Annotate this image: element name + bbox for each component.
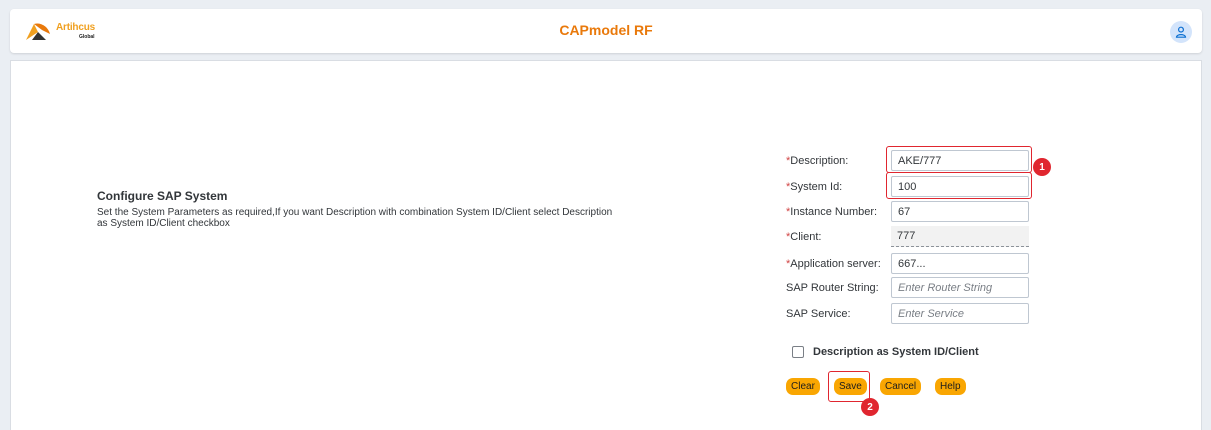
application-server-label: *Application server:: [786, 258, 881, 270]
description-label: *Description:: [786, 155, 849, 167]
instance-number-row: *Instance Number:: [775, 201, 1035, 223]
highlight-description-box: [886, 146, 1032, 173]
instance-number-label: *Instance Number:: [786, 206, 878, 218]
description-as-system-id-label: Description as System ID/Client: [813, 346, 979, 358]
highlight-system-id-box: [886, 172, 1032, 199]
help-button[interactable]: Help: [935, 378, 966, 395]
intro-section: Configure SAP System Set the System Para…: [97, 189, 617, 229]
sap-router-string-label: SAP Router String:: [786, 282, 879, 294]
clear-button[interactable]: Clear: [786, 378, 820, 395]
user-avatar-button[interactable]: [1170, 21, 1192, 43]
sap-service-input[interactable]: [891, 303, 1029, 324]
sap-service-row: SAP Service:: [775, 303, 1035, 325]
app-title: CAPmodel RF: [559, 22, 653, 38]
description-as-system-id-checkbox[interactable]: [792, 346, 804, 358]
application-server-input[interactable]: [891, 253, 1029, 274]
section-description: Set the System Parameters as required,If…: [97, 207, 613, 229]
user-icon: [1175, 26, 1187, 38]
cancel-button[interactable]: Cancel: [880, 378, 922, 395]
client-label: *Client:: [786, 231, 822, 243]
description-as-system-id-checkbox-row[interactable]: Description as System ID/Client: [792, 344, 979, 360]
sap-service-label: SAP Service:: [786, 308, 851, 320]
instance-number-input[interactable]: [891, 201, 1029, 222]
sap-router-string-input[interactable]: [891, 277, 1029, 298]
step-1-badge: 1: [1033, 158, 1051, 176]
step-2-badge: 2: [861, 398, 879, 416]
client-row: *Client:: [775, 226, 1035, 248]
section-title: Configure SAP System: [97, 189, 228, 203]
system-id-label: *System Id:: [786, 181, 843, 193]
highlight-save-box: [828, 371, 870, 402]
application-server-row: *Application server:: [775, 253, 1035, 275]
client-input: [891, 226, 1029, 247]
app-header: Artihcus Global CAPmodel RF: [10, 9, 1202, 53]
sap-router-string-row: SAP Router String:: [775, 277, 1035, 299]
